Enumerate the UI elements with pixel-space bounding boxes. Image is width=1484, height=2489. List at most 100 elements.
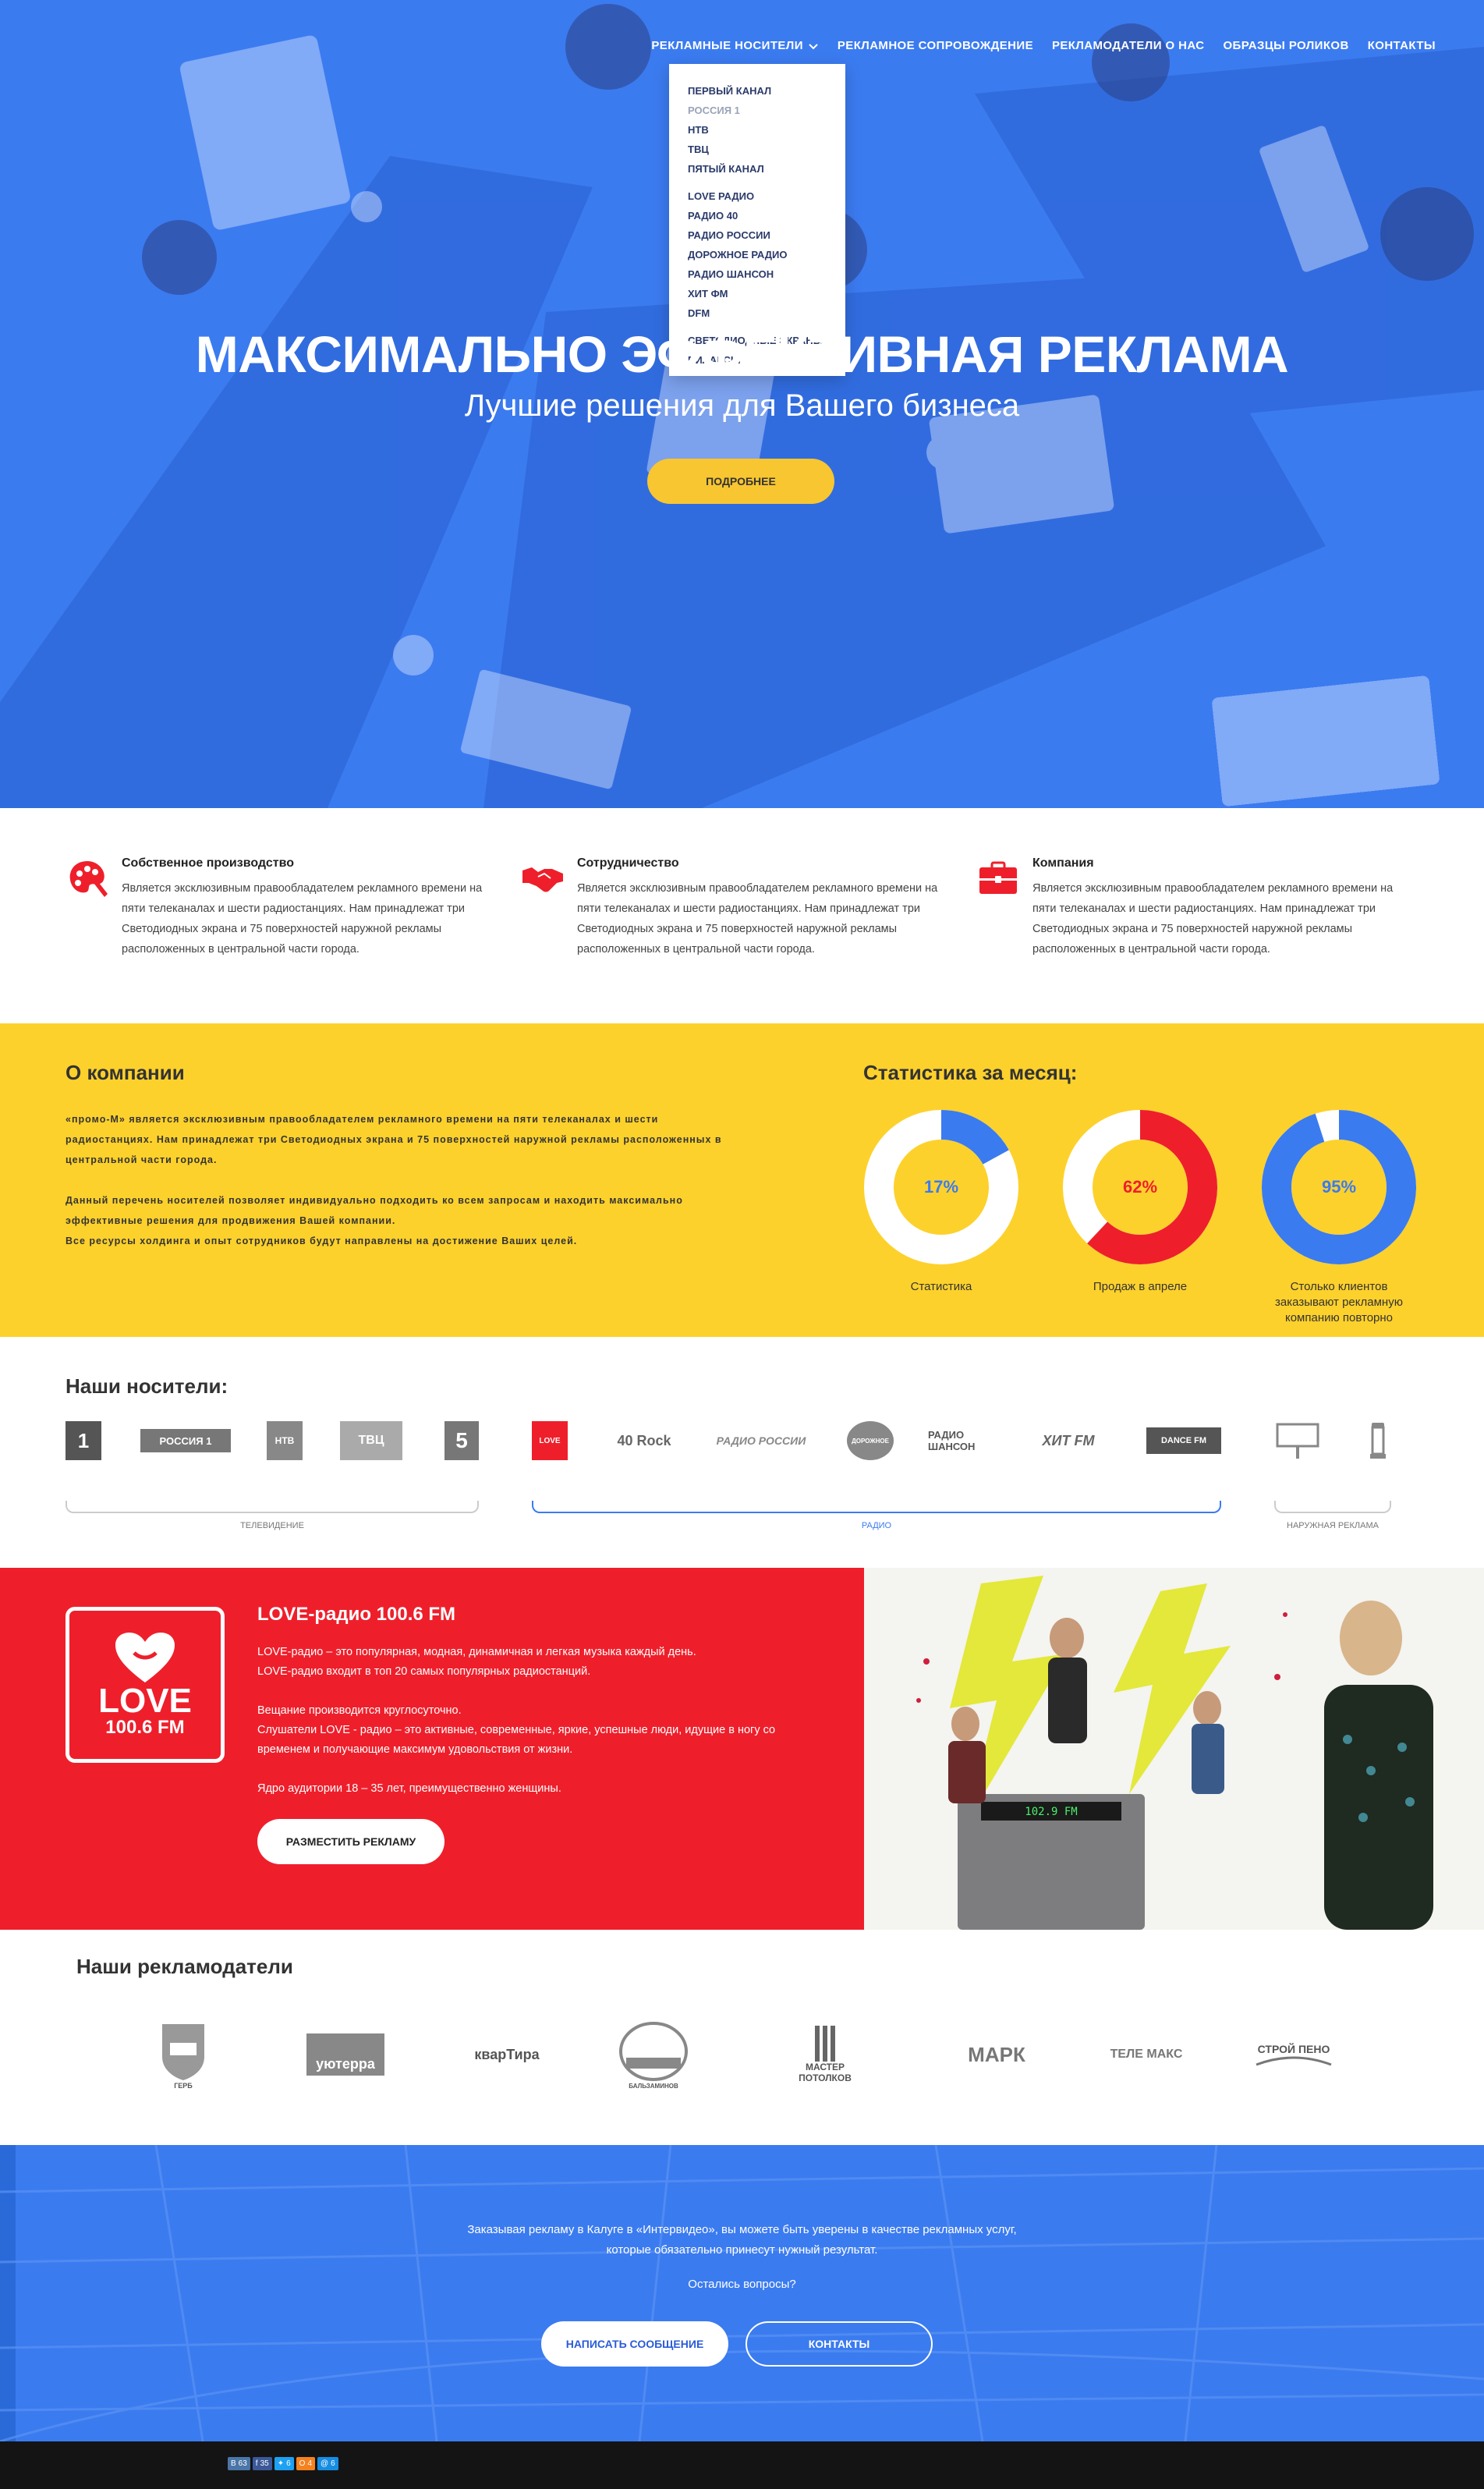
logo-radio-40[interactable]: 40 Rock [607, 1421, 682, 1460]
love-line: Вещание производится круглосуточно. [257, 1704, 462, 1717]
group-label-radio[interactable]: Радио [532, 1521, 1221, 1530]
hero-subtitle: Лучшие решения для Вашего бизнеса [464, 388, 1020, 423]
advertisers-title: Наши рекламодатели [76, 1955, 293, 1978]
place-ad-button[interactable]: Разместить рекламу [257, 1819, 444, 1864]
map-background [0, 2145, 1484, 2441]
about-spacer [66, 1170, 736, 1190]
logo-hit-fm[interactable]: ХИТ FM [1029, 1421, 1107, 1460]
advertiser-name: БАЛЬЗАМИНОВ [629, 2082, 678, 2090]
donut-percent: 17% [923, 1177, 959, 1197]
nav-item-media[interactable]: Рекламные носители [651, 39, 819, 52]
feature-text: Является эксклюзивным правообладателем р… [122, 882, 483, 956]
advertiser-logo-stroypeno[interactable]: СТРОЙ ПЕНО [1251, 2016, 1337, 2094]
love-line: LOVE-радио – это популярная, модная, дин… [257, 1646, 696, 1658]
love-title: LOVE-радио 100.6 FM [257, 1604, 456, 1625]
billboard-icon[interactable] [1274, 1421, 1321, 1460]
dropdown-item-ntv[interactable]: НТВ [688, 120, 827, 140]
love-line: Слушатели LOVE - радио – это активные, с… [257, 1724, 776, 1756]
hero-title: Максимально эффективная реклама [195, 325, 1289, 383]
group-bracket-outdoor [1274, 1501, 1391, 1513]
advertiser-logo-gerb[interactable]: ГЕРБ [148, 2016, 218, 2094]
advertiser-logo-master-potolkov[interactable]: МАСТЕР ПОТОЛКОВ [786, 2016, 864, 2094]
share-odnoklassniki-button[interactable]: О 4 [296, 2457, 315, 2470]
mail-icon: @ [321, 2459, 329, 2468]
group-label-outdoor[interactable]: Наружная реклама [1274, 1521, 1391, 1530]
donut-percent: 95% [1321, 1177, 1357, 1197]
love-spacer [257, 1760, 819, 1779]
share-count: 63 [238, 2459, 247, 2468]
dropdown-item-perviy-kanal[interactable]: Первый канал [688, 81, 827, 101]
feature-title: Компания [1032, 856, 1094, 870]
share-count: 35 [260, 2459, 269, 2468]
logo-pyatiy-kanal[interactable]: 5 [444, 1421, 479, 1460]
dropdown-item-tvc[interactable]: ТВЦ [688, 140, 827, 159]
handshake-icon [522, 867, 563, 892]
chevron-down-icon [809, 43, 818, 49]
advertisers-section: Наши рекламодатели ГЕРБ уютерра кварТира… [0, 1930, 1484, 2145]
dropdown-item-radio-shanson[interactable]: Радио Шансон [688, 264, 827, 284]
logo-text: LOVE [98, 1682, 192, 1720]
dropdown-item-love-radio[interactable]: LOVE радио [688, 186, 827, 206]
advertiser-logo-kvartira[interactable]: кварТира [468, 2016, 546, 2094]
logo-dfm[interactable]: DANCE FM [1146, 1427, 1221, 1454]
group-bracket-radio [532, 1501, 1221, 1513]
share-facebook-button[interactable]: f 35 [252, 2457, 272, 2470]
logo-rossiya-1[interactable]: РОССИЯ 1 [140, 1429, 231, 1452]
contacts-button[interactable]: Контакты [746, 2321, 933, 2367]
share-twitter-button[interactable]: ✦ 6 [274, 2457, 294, 2470]
advertiser-logo-mark[interactable]: МАРК [958, 2016, 1036, 2094]
about-text: «промо-М» является эксклюзивным правообл… [66, 1109, 736, 1251]
features-section: Собственное производство Является эксклю… [0, 808, 1484, 1023]
twitter-icon: ✦ [277, 2459, 285, 2468]
write-message-button[interactable]: Написать сообщение [541, 2321, 728, 2367]
donut-caption: Продаж в апреле [1093, 1280, 1188, 1293]
group-label-tv[interactable]: Телевидение [66, 1521, 479, 1530]
love-line: LOVE-радио входит в топ 20 самых популяр… [257, 1665, 591, 1678]
coat-of-arms-icon [162, 2024, 204, 2080]
share-mail-button[interactable]: @ 6 [317, 2457, 338, 2470]
advertiser-logo-telemaks[interactable]: ТЕЛЕ МАКС [1100, 2016, 1193, 2094]
logo-tvc[interactable]: ТВЦ [340, 1421, 402, 1460]
nav-item-support[interactable]: Рекламное сопровождение [838, 39, 1033, 52]
advertiser-logo-balzaminov[interactable]: БАЛЬЗАМИНОВ [614, 2016, 692, 2094]
love-radio-section: LOVE 100.6 FM LOVE-радио 100.6 FM LOVE-р… [0, 1568, 1484, 1930]
love-radio-logo: LOVE 100.6 FM [66, 1607, 225, 1763]
cta-line: Заказывая рекламу в Калуге в «Интервидео… [467, 2223, 1017, 2236]
about-paragraph: Данный перечень носителей позволяет инди… [66, 1195, 683, 1226]
logo-perviy-kanal[interactable]: 1 [66, 1421, 101, 1460]
more-button[interactable]: Подробнее [647, 459, 834, 504]
master-potolkov-emblem-icon [815, 2026, 835, 2062]
contact-cta-section: Заказывая рекламу в Калуге в «Интервидео… [0, 2145, 1484, 2441]
donut-caption: Статистика [910, 1280, 972, 1293]
about-paragraph: Все ресурсы холдинга и опыт сотрудников … [66, 1236, 578, 1246]
dropdown-item-pyatiy-kanal[interactable]: Пятый канал [688, 159, 827, 179]
pillar-icon[interactable] [1366, 1421, 1390, 1460]
advertiser-name: ГЕРБ [174, 2082, 193, 2090]
logo-ntv[interactable]: НТВ [267, 1421, 303, 1460]
share-vk-button[interactable]: В 63 [228, 2457, 250, 2470]
dropdown-item-radio-rossii[interactable]: Радио России [688, 225, 827, 245]
logo-radio-rossii[interactable]: РАДИО РОССИИ [714, 1421, 808, 1460]
dropdown-item-dorozhnoe-radio[interactable]: Дорожное радио [688, 245, 827, 264]
dropdown-item-hit-fm[interactable]: Хит ФМ [688, 284, 827, 303]
hero-section: Рекламные носители Рекламное сопровожден… [0, 0, 1484, 808]
nav-item-label: Рекламные носители [651, 39, 803, 52]
cta-question: Остались вопросы? [688, 2278, 796, 2291]
logo-dorozhnoe-radio[interactable]: ДОРОЖНОЕ [847, 1421, 894, 1460]
cta-line: которые обязательно принесут нужный резу… [606, 2243, 878, 2257]
logo-love-radio[interactable]: LOVE [532, 1421, 568, 1460]
logo-radio-shanson[interactable]: РАДИО ШАНСОН [928, 1421, 993, 1460]
dropdown-item-rossiya-1[interactable]: Россия 1 [688, 101, 827, 120]
advertiser-logo-uyuterra[interactable]: уютерра [303, 2016, 388, 2094]
nav-item-samples[interactable]: Образцы роликов [1223, 39, 1348, 52]
cta-text: Заказывая рекламу в Калуге в «Интервидео… [0, 2220, 1484, 2260]
feature-production: Собственное производство Является эксклю… [66, 856, 482, 959]
feature-company: Компания Является эксклюзивным правообла… [976, 856, 1393, 959]
nav-item-reviews[interactable]: Рекламодатели о нас [1052, 39, 1204, 52]
nav-item-contacts[interactable]: Контакты [1368, 39, 1436, 52]
dropdown-item-dfm[interactable]: DFM [688, 303, 827, 323]
donut-caption: Столько клиентов заказывают рекламную ко… [1275, 1280, 1403, 1324]
feature-text: Является эксклюзивным правообладателем р… [1032, 882, 1394, 956]
dropdown-item-radio-40[interactable]: Радио 40 [688, 206, 827, 225]
stats-title: Статистика за месяц: [863, 1061, 1078, 1084]
